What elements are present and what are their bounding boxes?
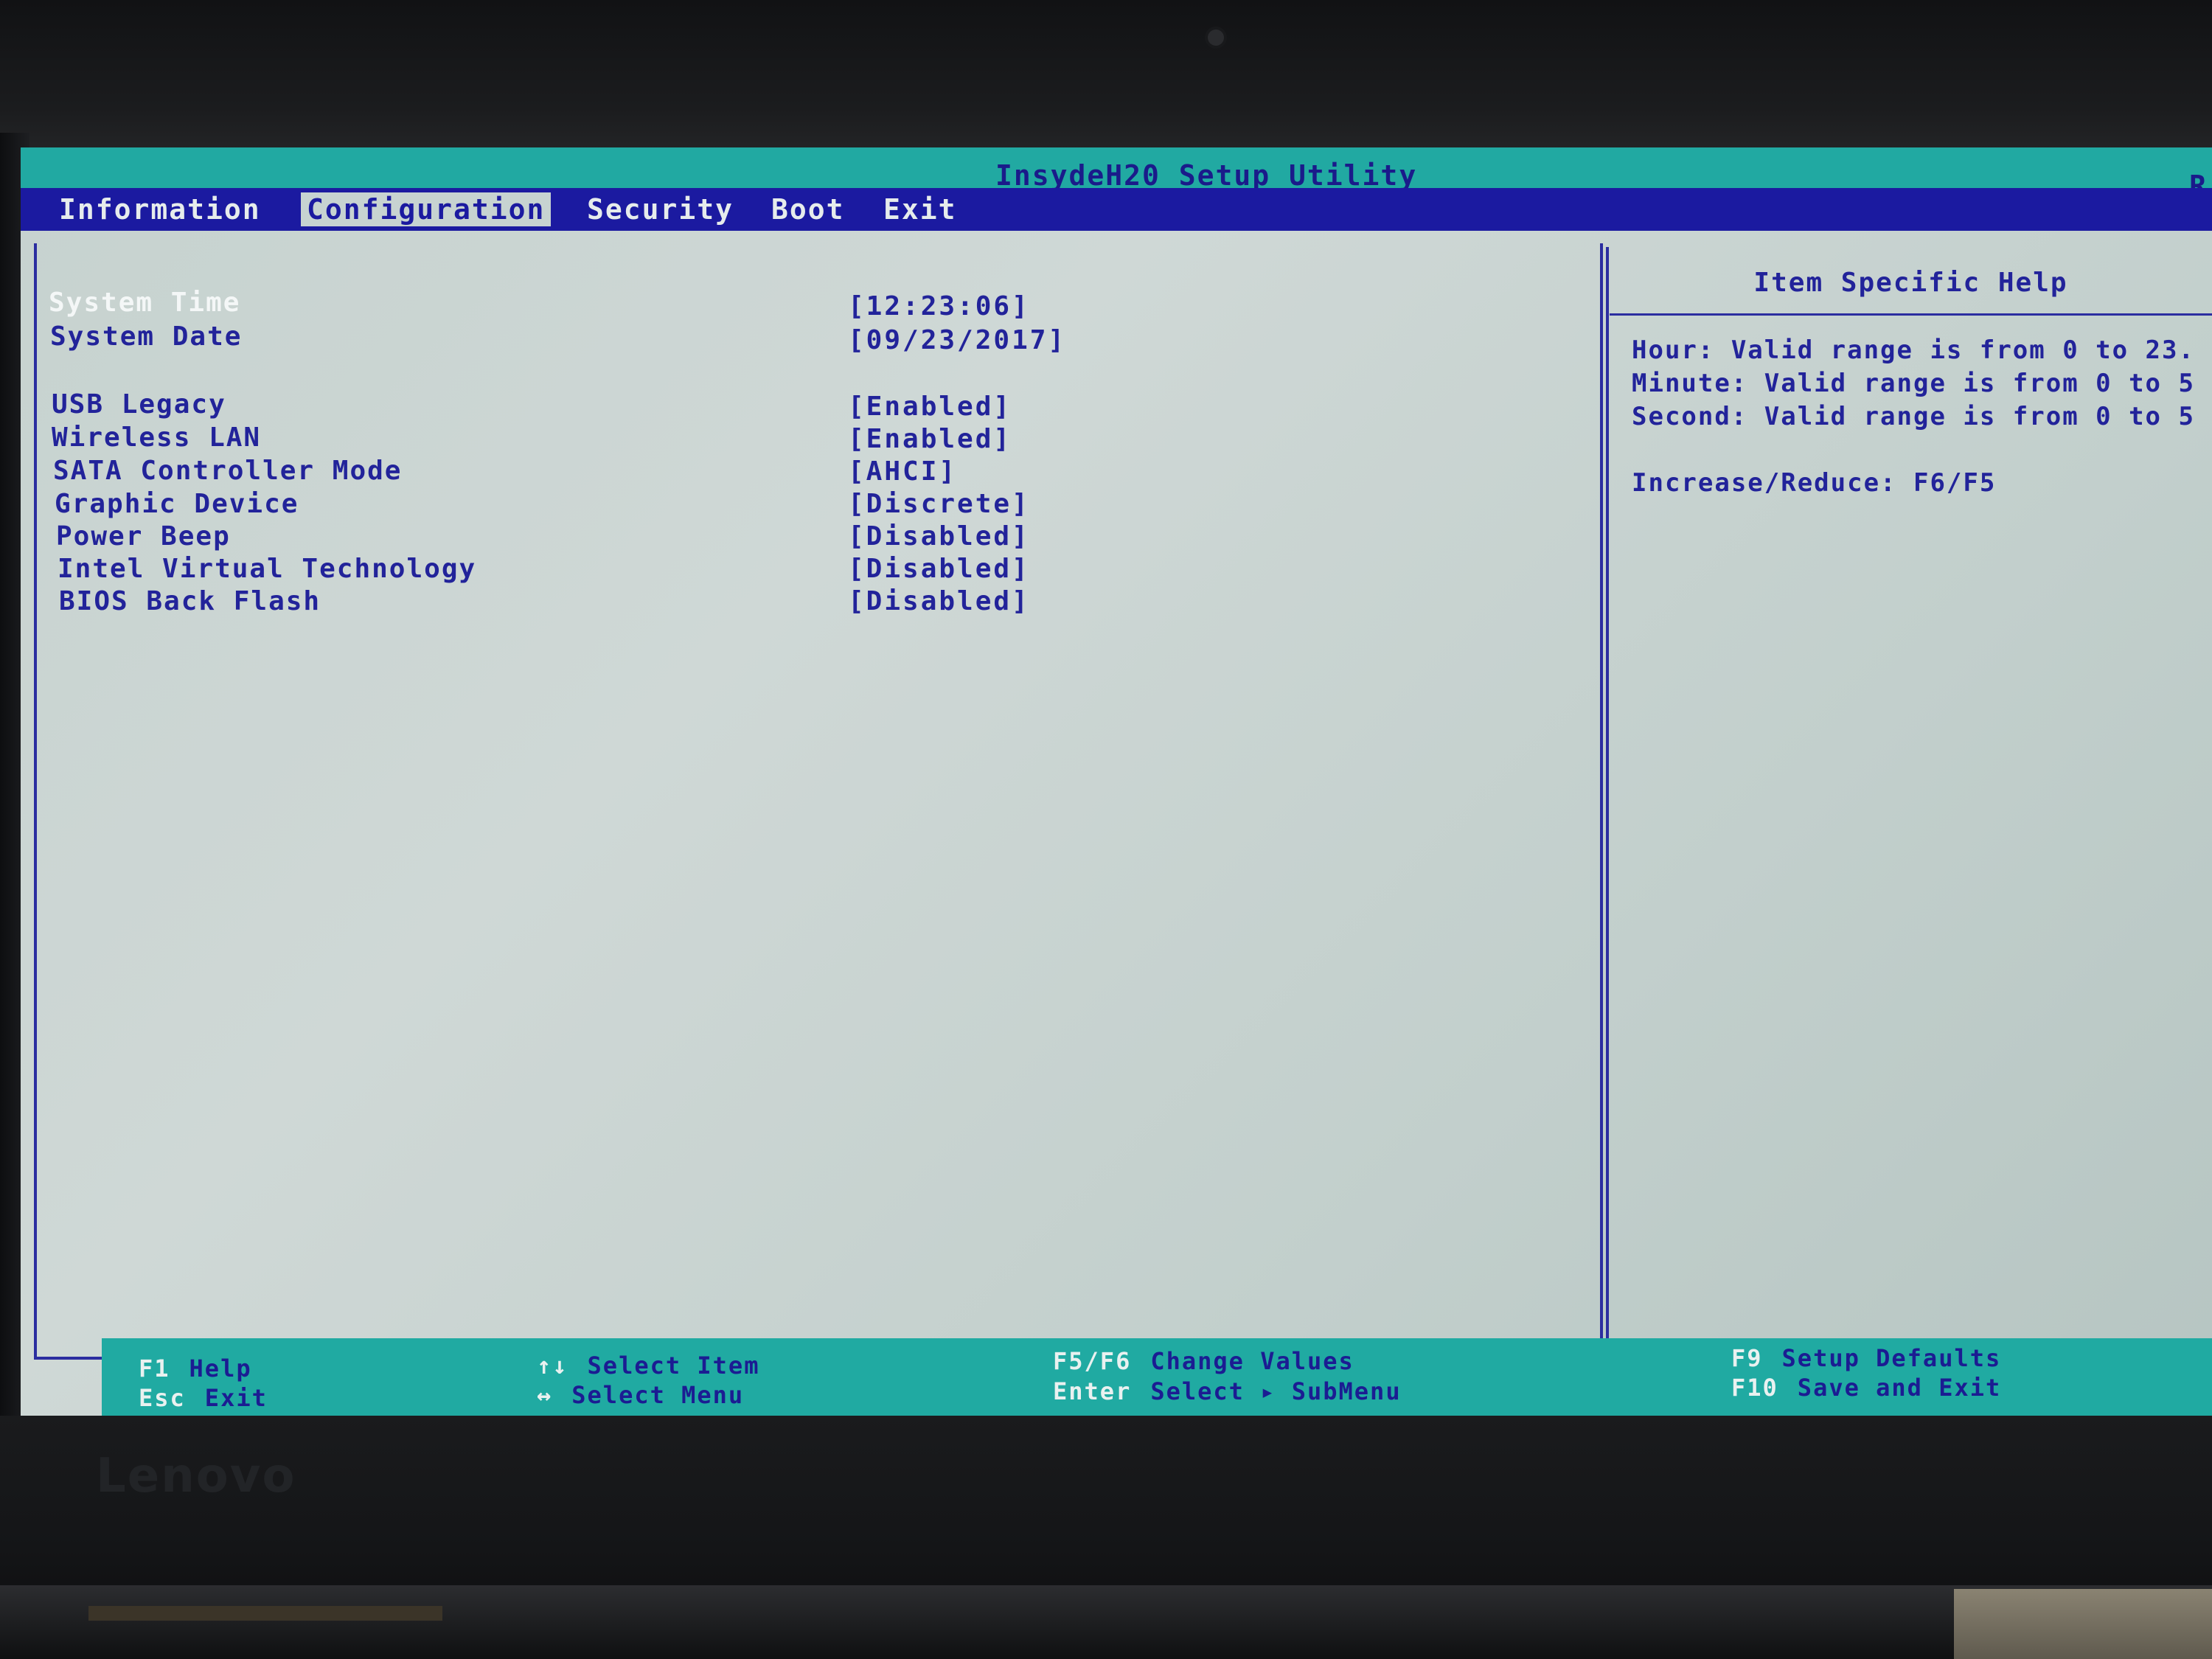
setting-wireless-lan-value[interactable]: [Enabled] — [848, 424, 1012, 454]
setting-usb-legacy-value[interactable]: [Enabled] — [848, 392, 1012, 422]
bios-screen: InsydeH20 Setup Utility R Information Co… — [21, 147, 2212, 1423]
lenovo-logo: Lenovo — [96, 1449, 296, 1503]
key-name: Enter — [1053, 1377, 1132, 1405]
up-down-arrows-icon: ↑↓ — [537, 1352, 568, 1380]
setting-sata-mode-value[interactable]: [AHCI] — [848, 456, 957, 487]
help-panel: Item Specific Help Hour: Valid range is … — [1610, 247, 2212, 1357]
setting-intel-vt-label[interactable]: Intel Virtual Technology — [58, 554, 476, 584]
key-hint-f9: F9 Setup Defaults — [1731, 1344, 2001, 1372]
title-bar: InsydeH20 Setup Utility R — [21, 147, 2212, 202]
key-desc: Help — [189, 1354, 252, 1382]
key-desc: Setup Defaults — [1781, 1344, 2002, 1372]
setting-system-time-value[interactable]: [12:23:06] — [848, 291, 1030, 321]
key-desc: Select ▸ SubMenu — [1150, 1377, 1402, 1405]
key-desc: Select Menu — [571, 1381, 745, 1409]
help-divider — [1610, 313, 2212, 316]
laptop-bezel-top — [0, 0, 2212, 155]
setting-power-beep-value[interactable]: [Disabled] — [848, 521, 1030, 552]
key-hint-select-item: ↑↓ Select Item — [537, 1352, 759, 1380]
key-hint-select-menu: ↔ Select Menu — [537, 1381, 744, 1409]
key-name: F5/F6 — [1053, 1347, 1132, 1375]
window-title: InsydeH20 Setup Utility — [995, 159, 1418, 192]
hinge-accent — [88, 1606, 442, 1621]
key-desc: Save and Exit — [1797, 1374, 2002, 1402]
help-line-increase-reduce: Increase/Reduce: F6/F5 — [1632, 468, 1997, 498]
setting-power-beep-label[interactable]: Power Beep — [56, 521, 231, 552]
tab-security[interactable]: Security — [581, 192, 740, 226]
photo-stage: InsydeH20 Setup Utility R Information Co… — [0, 0, 2212, 1659]
menu-bar: Information Configuration Security Boot … — [21, 188, 2212, 231]
tab-information[interactable]: Information — [53, 192, 267, 226]
tab-configuration[interactable]: Configuration — [301, 192, 552, 226]
setting-intel-vt-value[interactable]: [Disabled] — [848, 554, 1030, 584]
laptop-base-edge — [1954, 1589, 2212, 1659]
help-line-second: Second: Valid range is from 0 to 5 — [1632, 402, 2195, 431]
key-hint-f10: F10 Save and Exit — [1731, 1374, 2001, 1402]
setting-graphic-device-value[interactable]: [Discrete] — [848, 489, 1030, 519]
setting-sata-mode-label[interactable]: SATA Controller Mode — [53, 456, 402, 486]
key-desc: Select Item — [587, 1352, 760, 1380]
setting-usb-legacy-label[interactable]: USB Legacy — [52, 389, 226, 420]
setting-wireless-lan-label[interactable]: Wireless LAN — [52, 422, 261, 453]
key-hint-esc: Esc Exit — [139, 1384, 268, 1412]
settings-panel: System Time [12:23:06] System Date [09/2… — [34, 243, 1603, 1360]
webcam-icon — [1208, 29, 1224, 46]
key-hint-f5-f6: F5/F6 Change Values — [1053, 1347, 1354, 1375]
panel-divider — [1606, 247, 1609, 1357]
help-line-minute: Minute: Valid range is from 0 to 5 — [1632, 369, 2195, 398]
key-name: Esc — [139, 1384, 186, 1412]
key-hint-f1: F1 Help — [139, 1354, 252, 1382]
tab-boot[interactable]: Boot — [765, 192, 851, 226]
laptop-hinge — [0, 1585, 2212, 1659]
setting-bios-back-flash-label[interactable]: BIOS Back Flash — [59, 586, 321, 616]
key-desc: Exit — [204, 1384, 268, 1412]
setting-graphic-device-label[interactable]: Graphic Device — [55, 489, 299, 519]
left-right-arrows-icon: ↔ — [537, 1381, 553, 1409]
setting-bios-back-flash-value[interactable]: [Disabled] — [848, 586, 1030, 616]
key-legend-bar: F1 Help Esc Exit ↑↓ Select Item ↔ Select Men… — [102, 1338, 2212, 1423]
setting-system-date-label[interactable]: System Date — [50, 321, 242, 352]
setting-system-date-value[interactable]: [09/23/2017] — [848, 325, 1066, 355]
setting-system-time-label[interactable]: System Time — [49, 288, 240, 318]
key-hint-enter: Enter Select ▸ SubMenu — [1053, 1377, 1402, 1405]
help-line-hour: Hour: Valid range is from 0 to 23. — [1632, 335, 2195, 365]
key-desc: Change Values — [1150, 1347, 1354, 1375]
tab-exit[interactable]: Exit — [877, 192, 963, 226]
key-name: F10 — [1731, 1374, 1778, 1402]
key-name: F1 — [139, 1354, 170, 1382]
help-title: Item Specific Help — [1753, 268, 2068, 298]
key-name: F9 — [1731, 1344, 1763, 1372]
